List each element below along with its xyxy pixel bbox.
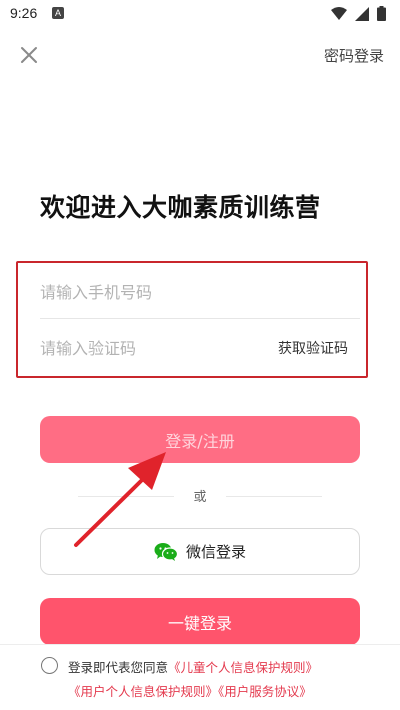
agreement-checkbox[interactable] (41, 657, 58, 674)
input-divider (40, 318, 360, 319)
or-divider: 或 (78, 486, 322, 506)
status-time: 9:26 (10, 5, 38, 21)
service-agreement-link[interactable]: 《用户服务协议》 (218, 684, 312, 699)
phone-input[interactable] (40, 270, 360, 314)
wechat-icon (154, 542, 178, 561)
wechat-login-button[interactable]: 微信登录 (40, 528, 360, 575)
wifi-icon (331, 6, 347, 20)
battery-icon (377, 6, 386, 21)
status-bar: 9:26 A (0, 0, 400, 28)
user-policy-link[interactable]: 《用户个人信息保护规则》 (68, 684, 218, 699)
login-register-button[interactable]: 登录/注册 (40, 416, 360, 463)
verification-code-input[interactable] (40, 326, 250, 370)
close-button[interactable] (18, 44, 40, 66)
bottom-divider (0, 644, 400, 645)
agreement-links: 《用户个人信息保护规则》《用户服务协议》 (68, 681, 312, 700)
wechat-login-label: 微信登录 (185, 543, 246, 561)
page-title: 欢迎进入大咖素质训练营 (40, 193, 321, 222)
agreement-text: 登录即代表您同意《儿童个人信息保护规则》 (68, 657, 318, 676)
close-icon (21, 47, 37, 63)
password-login-link[interactable]: 密码登录 (324, 45, 384, 66)
agreement-prefix: 登录即代表您同意 (68, 660, 169, 675)
child-policy-link[interactable]: 《儿童个人信息保护规则》 (168, 660, 318, 675)
one-key-login-button[interactable]: 一键登录 (40, 598, 360, 645)
notification-icon: A (52, 7, 64, 19)
status-icons (331, 6, 386, 21)
signal-icon (355, 6, 369, 21)
or-line-right (226, 496, 322, 497)
get-code-button[interactable]: 获取验证码 (278, 338, 348, 358)
